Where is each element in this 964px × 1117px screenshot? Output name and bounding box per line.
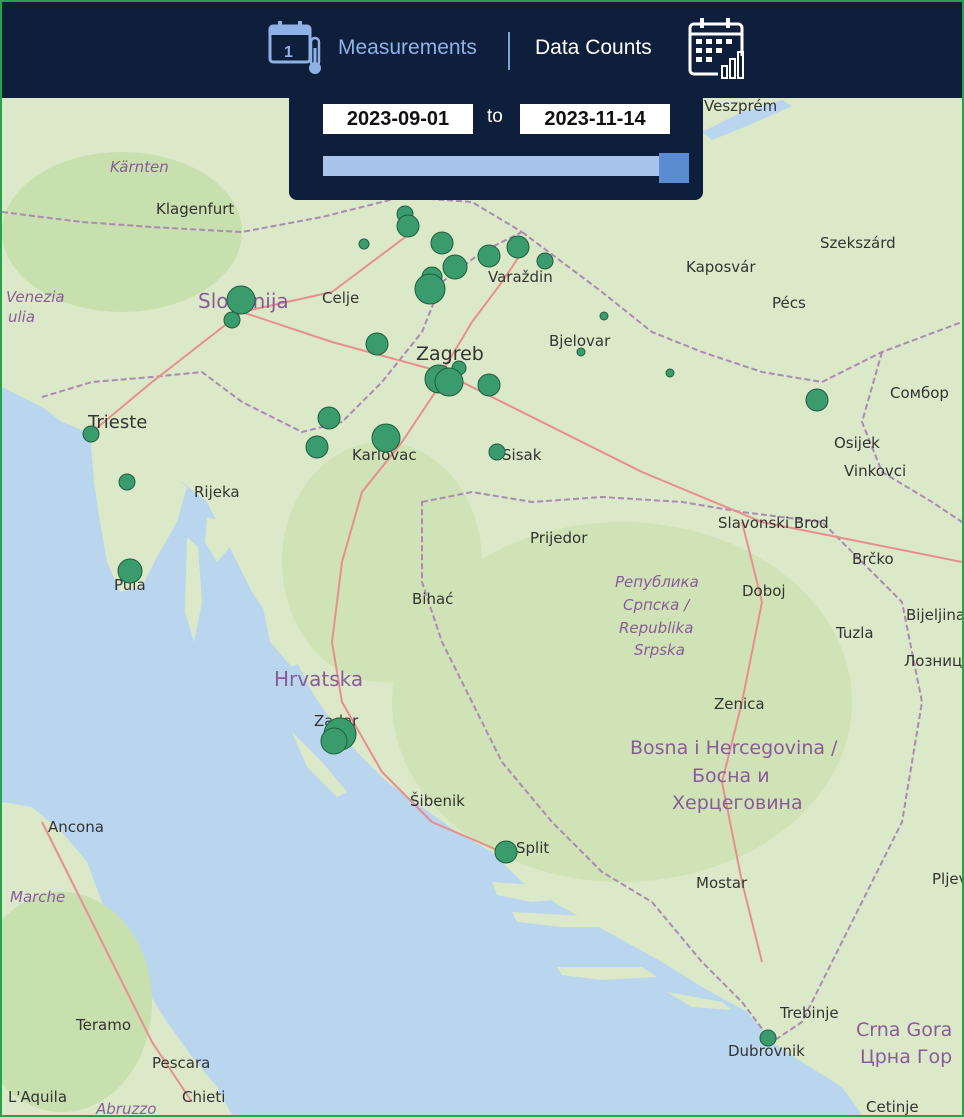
header-bar: 1 Measurements Data Counts (2, 2, 962, 98)
city-label-laquila: L'Aquila (8, 1088, 67, 1106)
station-marker[interactable] (434, 367, 464, 397)
country-label-rs-latin-1: Republika (619, 619, 693, 637)
city-label-pescara: Pescara (152, 1054, 210, 1072)
city-label-brcko: Brčko (852, 550, 894, 568)
city-label-prijedor: Prijedor (530, 529, 588, 547)
station-marker[interactable] (371, 423, 401, 453)
city-label-klagenfurt: Klagenfurt (156, 200, 234, 218)
city-label-celje: Celje (322, 289, 359, 307)
city-label-varazdin: Varaždin (488, 268, 553, 286)
city-label-osijek: Osijek (834, 434, 880, 452)
city-label-veszprem: Veszprém (704, 97, 777, 115)
station-marker[interactable] (759, 1029, 777, 1047)
station-marker[interactable] (118, 473, 136, 491)
station-marker[interactable] (226, 285, 256, 315)
station-marker[interactable] (317, 406, 341, 430)
start-date-input[interactable]: 2023-09-01 (323, 104, 473, 134)
calendar-thermometer-icon[interactable]: 1 (268, 20, 328, 76)
station-marker[interactable] (305, 435, 329, 459)
station-marker[interactable] (488, 443, 506, 461)
station-marker[interactable] (358, 238, 370, 250)
region-label-karnten: Kärnten (110, 158, 169, 176)
city-label-rijeka: Rijeka (194, 483, 240, 501)
tab-data-counts[interactable]: Data Counts (535, 36, 652, 60)
station-marker[interactable] (599, 311, 609, 321)
region-label-venezia: Venezia (6, 288, 65, 306)
city-label-vinkovci: Vinkovci (844, 462, 906, 480)
country-label-hrvatska: Hrvatska (274, 667, 363, 691)
city-label-kaposvar: Kaposvár (686, 258, 756, 276)
station-marker[interactable] (320, 727, 348, 755)
station-marker[interactable] (396, 214, 420, 238)
city-label-loznica: Лозниц (904, 652, 962, 670)
city-label-slavonski-brod: Slavonski Brod (718, 514, 829, 532)
station-marker[interactable] (536, 252, 554, 270)
tab-divider (508, 32, 510, 70)
station-marker[interactable] (506, 235, 530, 259)
station-marker[interactable] (805, 388, 829, 412)
station-marker[interactable] (477, 373, 501, 397)
city-label-split: Split (516, 839, 549, 857)
city-label-bijeljina: Bijeljina (906, 606, 962, 624)
city-label-trebinje: Trebinje (779, 1004, 839, 1022)
country-label-rs-cyr-1: Република (615, 573, 699, 591)
city-label-zagreb: Zagreb (416, 343, 484, 365)
station-marker[interactable] (82, 425, 100, 443)
city-label-tuzla: Tuzla (835, 624, 874, 642)
date-separator: to (487, 106, 503, 127)
calendar-day-number: 1 (284, 44, 293, 61)
city-label-sombor: Сомбор (890, 384, 949, 402)
date-slider-track[interactable] (323, 156, 689, 176)
city-label-mostar: Mostar (696, 874, 748, 892)
city-label-pecs: Pécs (772, 294, 806, 312)
city-label-zenica: Zenica (714, 695, 765, 713)
country-label-bih-latin: Bosna i Hercegovina / (630, 737, 838, 759)
tab-measurements[interactable]: Measurements (338, 36, 477, 60)
station-marker[interactable] (223, 311, 241, 329)
city-label-sibenik: Šibenik (410, 791, 465, 810)
end-date-input[interactable]: 2023-11-14 (520, 104, 670, 134)
country-label-bih-cyr-1: Босна и (692, 765, 770, 787)
station-marker[interactable] (365, 332, 389, 356)
city-label-pljevlja: Pljev (932, 870, 962, 888)
city-label-teramo: Teramo (75, 1016, 131, 1034)
region-label-abruzzo: Abruzzo (95, 1100, 156, 1115)
city-label-bjelovar: Bjelovar (549, 332, 611, 350)
app-frame: Klagenfurt Celje Varaždin Veszprém Kapos… (0, 0, 964, 1117)
city-label-szekszard: Szekszárd (820, 234, 896, 252)
country-label-rs-latin-2: Srpska (634, 641, 685, 659)
city-label-bihac: Bihać (412, 590, 453, 608)
city-label-cetinje: Cetinje (866, 1098, 919, 1115)
station-marker[interactable] (414, 273, 446, 305)
city-label-doboj: Doboj (742, 582, 786, 600)
country-label-mne-cyr: Црна Гор (860, 1046, 952, 1068)
terrain-lika (282, 442, 482, 682)
region-label-marche: Marche (10, 888, 65, 906)
country-label-bih-cyr-2: Херцеговина (672, 792, 803, 814)
date-range-panel: 2023-09-01 to 2023-11-14 (289, 98, 703, 200)
city-label-sisak: Sisak (502, 446, 542, 464)
station-marker[interactable] (576, 347, 586, 357)
date-slider-handle[interactable] (659, 153, 689, 183)
region-label-giulia: ulia (8, 308, 35, 326)
station-marker[interactable] (494, 840, 518, 864)
country-label-mne-latin: Crna Gora (856, 1019, 952, 1041)
station-marker[interactable] (430, 231, 454, 255)
station-marker[interactable] (442, 254, 468, 280)
city-label-ancona: Ancona (48, 818, 104, 836)
city-label-chieti: Chieti (182, 1088, 225, 1106)
country-label-rs-cyr-2: Српска / (623, 596, 691, 614)
station-marker[interactable] (665, 368, 675, 378)
calendar-chart-icon[interactable] (686, 16, 752, 80)
station-marker[interactable] (477, 244, 501, 268)
station-marker[interactable] (117, 558, 143, 584)
